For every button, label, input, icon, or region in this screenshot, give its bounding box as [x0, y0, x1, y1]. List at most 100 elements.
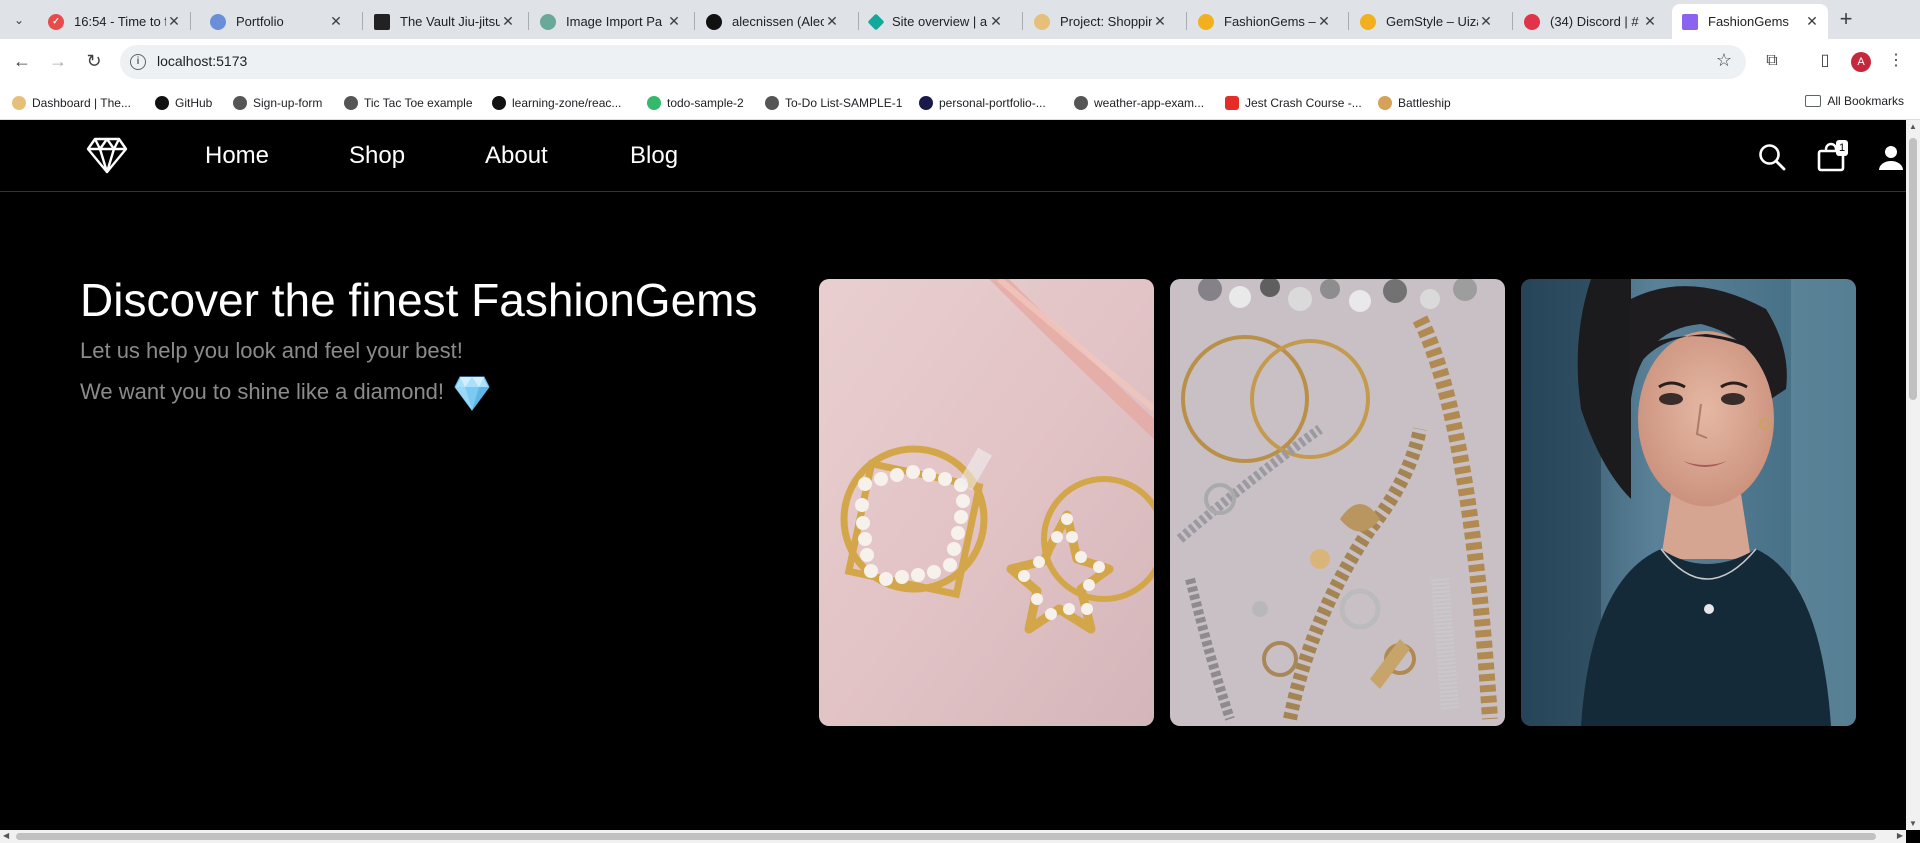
tab-divider: [528, 12, 529, 30]
tab-image-import[interactable]: Image Import Pa ✕: [530, 4, 690, 39]
tab-divider: [858, 12, 859, 30]
tab-close-icon[interactable]: ✕: [166, 13, 182, 30]
bookmark-item[interactable]: todo-sample-2: [647, 94, 744, 112]
diamond-logo-icon[interactable]: [86, 134, 128, 176]
all-bookmarks-button[interactable]: All Bookmarks: [1805, 94, 1904, 108]
tab-close-icon[interactable]: ✕: [824, 13, 840, 30]
github-icon: [706, 13, 722, 30]
model-portrait-photo: [1521, 279, 1856, 726]
tab-site-overview[interactable]: Site overview | a ✕: [860, 4, 1012, 39]
tab-divider: [1512, 12, 1513, 30]
horizontal-scrollbar[interactable]: ◀ ▶: [0, 830, 1906, 843]
bookmark-label: To-Do List-SAMPLE-1: [785, 96, 903, 110]
folder-icon: [1805, 95, 1822, 107]
vertical-scrollbar[interactable]: ▲ ▼: [1906, 120, 1920, 830]
vite-icon: [1682, 13, 1698, 30]
tab-close-icon[interactable]: ✕: [1804, 13, 1820, 30]
tab-github[interactable]: alecnissen (Alec ✕: [696, 4, 848, 39]
tab-favicon-icon: [1034, 13, 1050, 30]
tab-close-icon[interactable]: ✕: [1478, 13, 1494, 30]
tab-search-chevron-icon[interactable]: ⌄: [8, 10, 30, 30]
nav-home-link[interactable]: Home: [205, 142, 269, 170]
profile-avatar[interactable]: A: [1851, 52, 1871, 72]
menu-kebab-icon[interactable]: ⋮: [1885, 50, 1907, 72]
hero-image-jewelry-pile: [1170, 279, 1505, 726]
tab-close-icon[interactable]: ✕: [1152, 13, 1168, 30]
bookmark-item[interactable]: Sign-up-form: [233, 94, 322, 112]
nav-about-link[interactable]: About: [485, 142, 548, 170]
bookmark-favicon-icon: [647, 96, 661, 110]
tab-fashiongems-active[interactable]: FashionGems ✕: [1672, 4, 1828, 39]
netlify-icon: [867, 13, 885, 30]
tab-close-icon[interactable]: ✕: [328, 13, 344, 30]
bookmark-item[interactable]: Dashboard | The...: [12, 94, 131, 112]
extensions-icon[interactable]: ⧉: [1761, 50, 1783, 72]
bookmark-label: Dashboard | The...: [32, 96, 131, 110]
bookmark-favicon-icon: [12, 96, 26, 110]
hero-title: Discover the finest FashionGems: [80, 274, 758, 326]
tab-close-icon[interactable]: ✕: [1316, 13, 1332, 30]
address-bar[interactable]: i localhost:5173 ☆: [120, 45, 1746, 79]
vertical-scrollbar-thumb[interactable]: [1909, 138, 1917, 400]
tab-time[interactable]: ✓ 16:54 - Time to f ✕: [38, 4, 190, 39]
tab-close-icon[interactable]: ✕: [500, 13, 516, 30]
forward-icon[interactable]: →: [46, 49, 70, 73]
nav-shop-link[interactable]: Shop: [349, 142, 405, 170]
hero-subtitle-2: We want you to shine like a diamond!: [80, 379, 445, 404]
cart-count-badge: 1: [1836, 140, 1848, 156]
tab-title: 16:54 - Time to f: [74, 14, 166, 29]
tab-divider: [1022, 12, 1023, 30]
back-icon[interactable]: ←: [10, 49, 34, 73]
user-account-icon[interactable]: [1876, 142, 1906, 172]
bookmark-favicon-icon: [919, 96, 933, 110]
search-icon[interactable]: [1757, 142, 1787, 172]
bookmark-item[interactable]: Battleship: [1378, 94, 1451, 112]
browser-toolbar: ← → ↻ i localhost:5173 ☆ ⧉ ▯ A ⋮: [0, 39, 1920, 86]
tab-divider: [1186, 12, 1187, 30]
tab-title: (34) Discord | #: [1550, 14, 1639, 29]
site-info-icon[interactable]: i: [130, 54, 146, 70]
github-icon: [492, 96, 506, 110]
horizontal-scrollbar-thumb[interactable]: [16, 833, 1876, 840]
tab-title: GemStyle – Uiza: [1386, 14, 1478, 29]
bookmark-item[interactable]: Jest Crash Course -...: [1225, 94, 1362, 112]
tab-title: FashionGems – U: [1224, 14, 1316, 29]
bookmark-item[interactable]: Tic Tac Toe example: [344, 94, 473, 112]
tab-fashiongems-uiza[interactable]: FashionGems – U ✕: [1188, 4, 1340, 39]
bookmark-label: Battleship: [1398, 96, 1451, 110]
bookmark-item[interactable]: To-Do List-SAMPLE-1: [765, 94, 902, 112]
gem-emoji-icon: [454, 376, 490, 411]
bookmark-item[interactable]: learning-zone/reac...: [492, 94, 621, 112]
tab-favicon-icon: [210, 13, 226, 30]
tab-vault[interactable]: The Vault Jiu-jitsu ✕: [364, 4, 524, 39]
bookmark-item[interactable]: GitHub: [155, 94, 212, 112]
tab-gemstyle[interactable]: GemStyle – Uiza ✕: [1350, 4, 1502, 39]
bookmark-label: weather-app-exam...: [1094, 96, 1205, 110]
new-tab-button[interactable]: +: [1836, 7, 1856, 31]
scroll-down-icon[interactable]: ▼: [1909, 819, 1917, 828]
tab-title: Site overview | a: [892, 14, 988, 29]
tab-strip: ⌄ ✓ 16:54 - Time to f ✕ Portfolio ✕ The …: [0, 0, 1920, 39]
nav-blog-link[interactable]: Blog: [630, 142, 678, 170]
url-text[interactable]: localhost:5173: [157, 53, 247, 69]
bookmark-label: Tic Tac Toe example: [364, 96, 473, 110]
bookmark-star-icon[interactable]: ☆: [1716, 50, 1732, 71]
tab-close-icon[interactable]: ✕: [666, 13, 682, 30]
tab-title: Portfolio: [236, 14, 284, 29]
tab-close-icon[interactable]: ✕: [1642, 13, 1658, 30]
reload-icon[interactable]: ↻: [82, 49, 106, 73]
tab-close-icon[interactable]: ✕: [988, 13, 1004, 30]
scroll-right-icon[interactable]: ▶: [1897, 831, 1903, 840]
side-panel-icon[interactable]: ▯: [1814, 50, 1836, 72]
bookmark-item[interactable]: weather-app-exam...: [1074, 94, 1204, 112]
scroll-left-icon[interactable]: ◀: [3, 831, 9, 840]
tab-title: alecnissen (Alec: [732, 14, 824, 29]
tab-project-shopping[interactable]: Project: Shoppin ✕: [1024, 4, 1176, 39]
tab-divider: [694, 12, 695, 30]
tab-divider: [190, 12, 191, 30]
tab-title: Image Import Pa: [566, 14, 663, 29]
tab-portfolio[interactable]: Portfolio ✕: [200, 4, 352, 39]
scroll-up-icon[interactable]: ▲: [1909, 122, 1917, 131]
bookmark-item[interactable]: personal-portfolio-...: [919, 94, 1046, 112]
tab-discord[interactable]: (34) Discord | # ✕: [1514, 4, 1666, 39]
